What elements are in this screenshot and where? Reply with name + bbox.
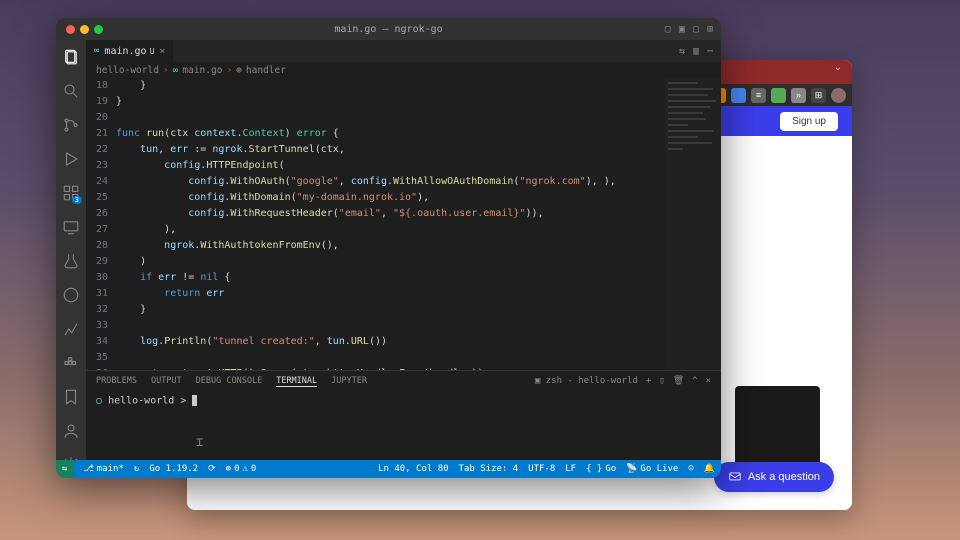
go-file-icon: ∞ [94,46,99,56]
compare-icon[interactable]: ⇆ [679,46,685,57]
function-icon: ⊕ [236,65,242,76]
vscode-window: main.go — ngrok-go ▢ ▣ ▢ ⊞ 3 [56,18,721,478]
vscode-titlebar[interactable]: main.go — ngrok-go ▢ ▣ ▢ ⊞ [56,18,721,40]
bottom-panel: PROBLEMS OUTPUT DEBUG CONSOLE TERMINAL JUPYT… [86,370,721,460]
terminal-prompt: hello-world > [108,396,186,407]
terminal-picker[interactable]: ▣ zsh - hello-world [535,376,638,386]
github-icon[interactable] [62,286,80,304]
go-live[interactable]: 📡 Go Live [626,464,678,474]
breadcrumb-symbol[interactable]: handler [246,65,286,76]
cursor-position[interactable]: Ln 40, Col 80 [378,464,448,474]
tab-modified-indicator: U [150,47,155,56]
chevron-down-icon[interactable]: ⌄ [834,62,842,73]
sync-icon[interactable]: ↻ [134,464,139,474]
extension-icon[interactable]: » [791,88,806,103]
window-controls [56,25,103,34]
breadcrumb-folder[interactable]: hello-world [96,65,159,76]
panel-tabs: PROBLEMS OUTPUT DEBUG CONSOLE TERMINAL JUPYT… [86,371,721,391]
extension-icon[interactable]: ⊞ [811,88,826,103]
breadcrumb-file[interactable]: main.go [182,65,222,76]
layout-bottom-icon[interactable]: ▣ [679,24,685,35]
extensions-icon[interactable]: 3 [62,184,80,202]
layout-custom-icon[interactable]: ⊞ [707,24,713,35]
ask-question-label: Ask a question [748,471,820,483]
extension-icon[interactable] [771,88,786,103]
extensions-badge: 3 [72,196,82,204]
line-gutter: 1819202122232425262728293031323334353637… [86,78,116,370]
tab-size[interactable]: Tab Size: 4 [459,464,519,474]
tab-label: main.go [104,46,146,57]
chat-icon [728,470,742,484]
more-actions-icon[interactable]: ⋯ [707,46,713,57]
branch-icon: ⎇ [83,464,93,474]
signup-button[interactable]: Sign up [780,112,838,131]
notifications-icon[interactable]: 🔔 [704,464,715,474]
search-icon[interactable] [62,82,80,100]
problems-count[interactable]: ⊗ 0 ⚠ 0 [226,464,257,474]
editor-tabs: ∞ main.go U × ⇆ ▥ ⋯ [86,40,721,62]
code-body[interactable]: }}func run(ctx context.Context) error { … [116,78,721,370]
remote-icon[interactable] [62,218,80,236]
docker-icon[interactable] [62,354,80,372]
maximize-icon[interactable] [94,25,103,34]
eol[interactable]: LF [565,464,576,474]
feedback-icon[interactable]: ☺ [688,464,693,474]
go-refresh-icon[interactable]: ⟳ [208,464,216,474]
extension-icon[interactable] [731,88,746,103]
account-icon[interactable] [62,422,80,440]
avatar[interactable] [831,88,846,103]
minimize-icon[interactable] [80,25,89,34]
layout-left-icon[interactable]: ▢ [665,24,671,35]
activity-bar: 3 [56,40,86,460]
window-title: main.go — ngrok-go [334,24,442,35]
panel-tab-terminal[interactable]: TERMINAL [276,376,317,387]
new-terminal-icon[interactable]: + [646,376,651,386]
tab-main-go[interactable]: ∞ main.go U × [86,40,173,62]
settings-gear-icon[interactable] [62,456,80,460]
kill-terminal-icon[interactable]: 🗑 [673,376,684,386]
panel-tab-problems[interactable]: PROBLEMS [96,376,137,386]
ask-question-button[interactable]: Ask a question [714,462,834,492]
language-mode[interactable]: { } Go [586,464,616,474]
text-cursor-icon: ⌶ [196,435,203,449]
close-icon[interactable] [66,25,75,34]
panel-tab-output[interactable]: OUTPUT [151,376,182,386]
testing-icon[interactable] [62,252,80,270]
terminal-cursor [192,395,197,406]
bookmark-icon[interactable] [62,388,80,406]
extension-icon[interactable]: ≡ [751,88,766,103]
panel-tab-jupyter[interactable]: JUPYTER [331,376,367,386]
chevron-right-icon: › [226,65,232,76]
remote-indicator[interactable]: ⇋ [56,460,73,478]
close-panel-icon[interactable]: × [706,376,711,386]
editor-area: ∞ main.go U × ⇆ ▥ ⋯ hello-world › ∞ main… [86,40,721,460]
statusbar: ⇋ ⎇main* ↻ Go 1.19.2 ⟳ ⊗ 0 ⚠ 0 Ln 40, Co… [56,460,721,478]
encoding[interactable]: UTF-8 [528,464,555,474]
split-terminal-icon[interactable]: ▯ [659,376,664,386]
git-branch[interactable]: ⎇main* [83,464,123,474]
split-editor-icon[interactable]: ▥ [693,46,699,57]
maximize-panel-icon[interactable]: ^ [692,376,697,386]
titlebar-layout-icons: ▢ ▣ ▢ ⊞ [665,24,713,35]
go-file-icon: ∞ [173,65,179,76]
graph-icon[interactable] [62,320,80,338]
chevron-right-icon: › [163,65,169,76]
breadcrumb[interactable]: hello-world › ∞ main.go › ⊕ handler [86,62,721,78]
tab-close-icon[interactable]: × [159,46,165,57]
layout-right-icon[interactable]: ▢ [693,24,699,35]
explorer-icon[interactable] [62,48,80,66]
source-control-icon[interactable] [62,116,80,134]
go-version[interactable]: Go 1.19.2 [149,464,198,474]
code-editor[interactable]: 1819202122232425262728293031323334353637… [86,78,721,370]
minimap[interactable] [665,78,721,370]
panel-tab-debug-console[interactable]: DEBUG CONSOLE [196,376,263,386]
terminal-body[interactable]: ○ hello-world > ⌶ [86,391,721,460]
run-debug-icon[interactable] [62,150,80,168]
